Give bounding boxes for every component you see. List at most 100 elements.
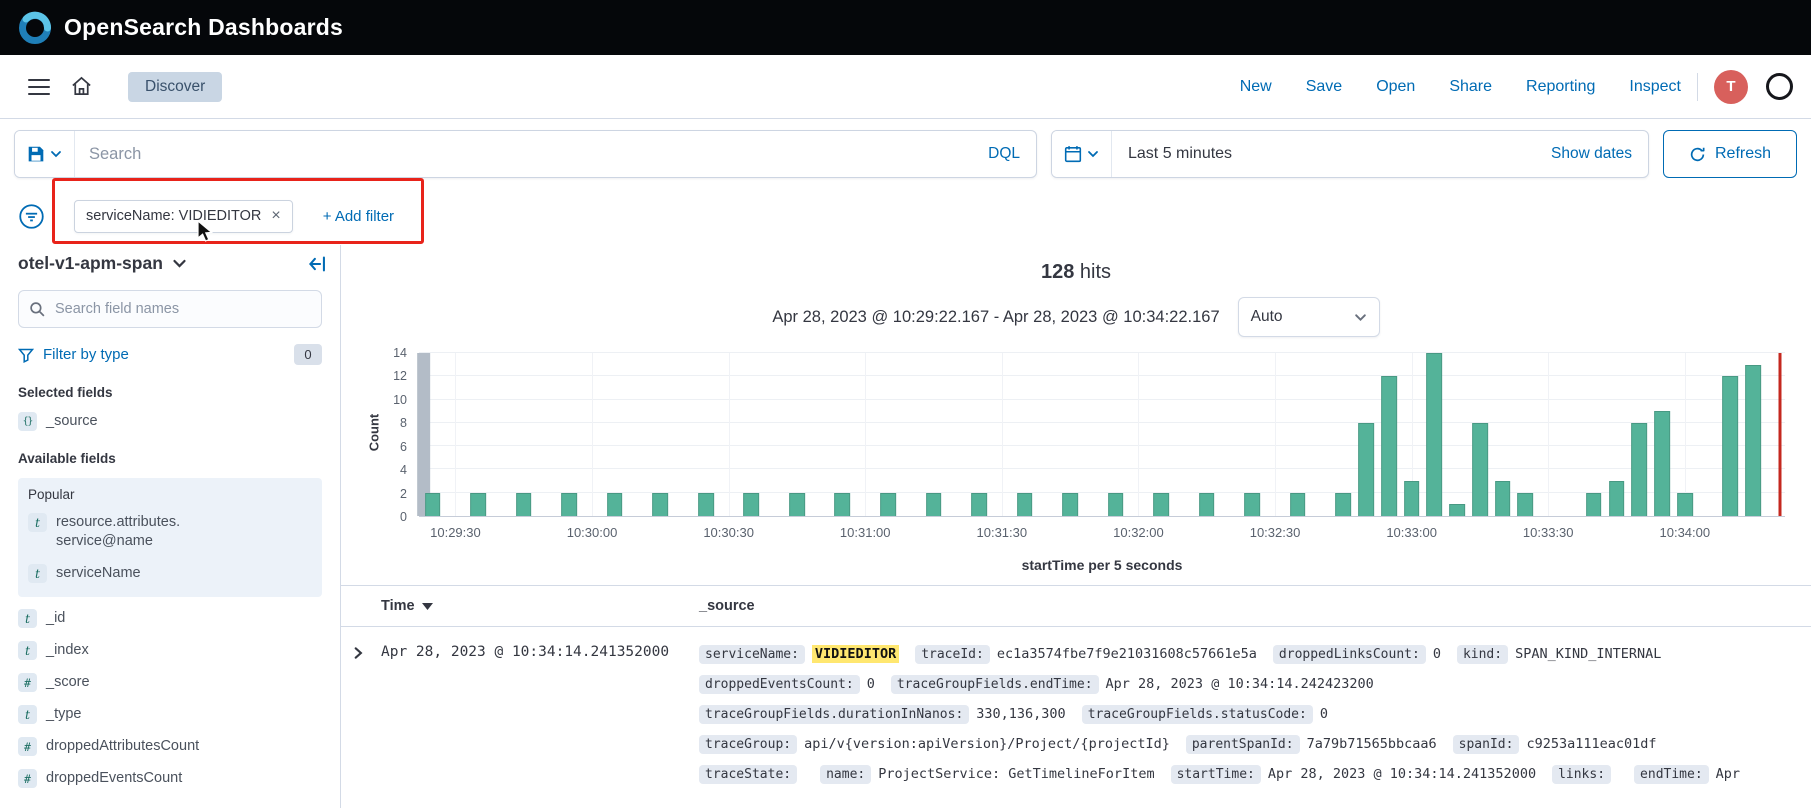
- histogram-bar[interactable]: [1244, 493, 1260, 516]
- histogram-bar[interactable]: [1290, 493, 1306, 516]
- histogram-bar[interactable]: [1404, 481, 1420, 516]
- hits-summary: 128 hits: [341, 261, 1811, 284]
- source-field-value: 7a79b71565bbcaa6: [1307, 736, 1437, 752]
- chevron-down-icon: [1354, 311, 1367, 324]
- index-pattern-selector[interactable]: otel-v1-apm-span: [18, 253, 187, 274]
- histogram-bar[interactable]: [425, 493, 441, 516]
- histogram-bar[interactable]: [880, 493, 896, 516]
- histogram-bar[interactable]: [1017, 493, 1033, 516]
- source-field-name: traceId:: [915, 645, 990, 664]
- menu-hamburger-icon[interactable]: [18, 66, 60, 108]
- histogram-bar[interactable]: [1199, 493, 1215, 516]
- field-item-droppedAttributesCount[interactable]: #droppedAttributesCount: [18, 737, 322, 756]
- field-item-_score[interactable]: # _score: [18, 673, 322, 692]
- x-axis-tick-label: 10:33:30: [1523, 525, 1574, 540]
- field-item-_type[interactable]: t_type: [18, 705, 322, 724]
- field-name: resource.​attributes.​service@name: [56, 513, 241, 551]
- saved-query-menu-button[interactable]: [15, 131, 75, 177]
- refresh-button[interactable]: Refresh: [1663, 130, 1797, 178]
- chart-plot-area[interactable]: [419, 353, 1785, 517]
- field-name: _score: [46, 673, 90, 692]
- histogram-bar[interactable]: [652, 493, 668, 516]
- histogram-bar[interactable]: [744, 493, 760, 516]
- field-type-number-icon: #: [18, 769, 37, 788]
- source-field-name: traceGroupFields.statusCode:: [1082, 705, 1313, 724]
- field-type-number-icon: #: [18, 673, 37, 692]
- avatar[interactable]: T: [1714, 70, 1748, 104]
- histogram-bar[interactable]: [607, 493, 623, 516]
- field-item-_id[interactable]: t_id: [18, 609, 322, 628]
- y-axis-tick-label: 12: [393, 369, 407, 383]
- histogram-bar[interactable]: [1654, 411, 1670, 516]
- toolbar-action-inspect[interactable]: Inspect: [1629, 78, 1681, 96]
- time-column-header[interactable]: Time: [381, 598, 699, 614]
- histogram-bar[interactable]: [1723, 376, 1739, 516]
- selected-fields-list: {}_source: [18, 412, 322, 431]
- histogram-bar[interactable]: [926, 493, 942, 516]
- histogram-bar[interactable]: [1745, 365, 1761, 516]
- histogram-bar[interactable]: [1427, 353, 1443, 516]
- y-axis-tick-label: 8: [400, 416, 407, 430]
- histogram-bar[interactable]: [1108, 493, 1124, 516]
- opensearch-logo-icon[interactable]: [18, 11, 52, 45]
- filter-pill[interactable]: serviceName: VIDIEDITOR ×: [74, 200, 293, 233]
- brand-title: OpenSearch Dashboards: [64, 14, 343, 41]
- source-line: traceGroupFields.durationInNanos:330,136…: [699, 699, 1805, 729]
- histogram-bar[interactable]: [1335, 493, 1351, 516]
- search-input[interactable]: [75, 145, 972, 164]
- histogram-bar[interactable]: [1449, 504, 1465, 516]
- histogram-bar[interactable]: [1358, 423, 1374, 516]
- chart-gridline: [865, 353, 866, 516]
- toolbar-action-reporting[interactable]: Reporting: [1526, 78, 1595, 96]
- collapse-sidebar-icon[interactable]: [307, 255, 328, 276]
- histogram-bar[interactable]: [1153, 493, 1169, 516]
- y-axis-tick-label: 4: [400, 463, 407, 477]
- histogram-bar[interactable]: [789, 493, 805, 516]
- home-icon[interactable]: [60, 66, 102, 108]
- expand-row-icon[interactable]: [351, 639, 381, 665]
- histogram-bar[interactable]: [1472, 423, 1488, 516]
- histogram-bar[interactable]: [1495, 481, 1511, 516]
- histogram-bar[interactable]: [1381, 376, 1397, 516]
- field-item-serviceName[interactable]: tserviceName: [28, 564, 312, 583]
- field-item-_index[interactable]: t_index: [18, 641, 322, 660]
- chart-gridline: [419, 375, 1785, 376]
- add-filter-link[interactable]: + Add filter: [323, 208, 394, 225]
- date-picker-menu-button[interactable]: [1052, 131, 1112, 177]
- field-search-input[interactable]: [18, 290, 322, 328]
- y-axis-tick-label: 14: [393, 346, 407, 360]
- histogram-bar[interactable]: [1518, 493, 1534, 516]
- histogram-bar[interactable]: [1631, 423, 1647, 516]
- toolbar-action-new[interactable]: New: [1240, 78, 1272, 96]
- breadcrumb[interactable]: Discover: [128, 72, 222, 102]
- chart-gridline: [419, 492, 1785, 493]
- histogram-bar[interactable]: [698, 493, 714, 516]
- histogram-bar[interactable]: [1677, 493, 1693, 516]
- field-item-droppedEventsCount[interactable]: #droppedEventsCount: [18, 769, 322, 788]
- histogram-bar[interactable]: [835, 493, 851, 516]
- field-type-number-icon: #: [18, 737, 37, 756]
- time-range-value[interactable]: Last 5 minutes: [1112, 145, 1232, 163]
- interval-select[interactable]: Auto: [1238, 297, 1380, 337]
- toolbar-action-open[interactable]: Open: [1376, 78, 1415, 96]
- source-field-value: 0: [1433, 646, 1441, 662]
- histogram-bar[interactable]: [1062, 493, 1078, 516]
- app-toolbar: Discover New Save Open Share Reporting Inspec…: [0, 55, 1811, 119]
- query-language-button[interactable]: DQL: [972, 145, 1036, 163]
- field-item-_source[interactable]: {}_source: [18, 412, 322, 431]
- show-dates-link[interactable]: Show dates: [1551, 145, 1648, 163]
- help-circle-icon[interactable]: [1766, 73, 1793, 100]
- histogram-bar[interactable]: [470, 493, 486, 516]
- filter-by-type-button[interactable]: Filter by type 0: [18, 344, 322, 365]
- toolbar-action-save[interactable]: Save: [1306, 78, 1342, 96]
- remove-filter-icon[interactable]: ×: [271, 208, 280, 224]
- histogram-bar[interactable]: [971, 493, 987, 516]
- filter-options-icon[interactable]: [14, 199, 48, 233]
- histogram-bar[interactable]: [561, 493, 577, 516]
- histogram-bar[interactable]: [1609, 481, 1625, 516]
- histogram-bar[interactable]: [516, 493, 532, 516]
- search-icon: [29, 301, 46, 318]
- toolbar-action-share[interactable]: Share: [1449, 78, 1492, 96]
- histogram-bar[interactable]: [1586, 493, 1602, 516]
- field-item-resource.attributes.service@name[interactable]: tresource.​attributes.​service@name: [28, 513, 312, 551]
